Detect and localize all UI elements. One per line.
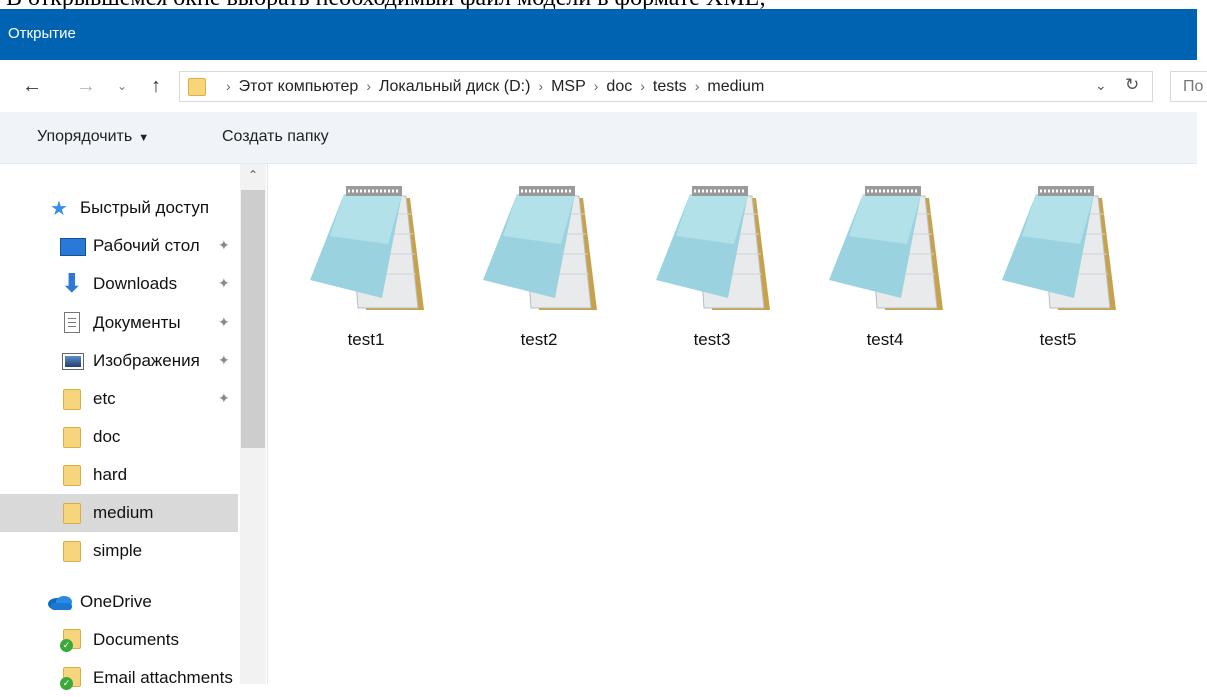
chevron-right-icon: › — [226, 78, 231, 94]
nav-item-medium[interactable]: medium — [0, 494, 238, 532]
nav-item-label: OneDrive — [80, 592, 152, 611]
file-list: test1 test2 test3 test4 test5 — [268, 164, 1197, 684]
nav-item-label: Email attachments — [93, 668, 233, 687]
breadcrumb-this-pc[interactable]: Этот компьютер — [239, 78, 359, 95]
chevron-right-icon: › — [366, 78, 371, 94]
chevron-right-icon: › — [694, 78, 700, 94]
file-item[interactable]: test4 — [815, 184, 955, 354]
nav-item-downloads[interactable]: ⬇ Downloads ✦ — [0, 265, 238, 303]
nav-item-label: Documents — [93, 630, 179, 649]
nav-item-hard[interactable]: hard — [0, 456, 238, 494]
onedrive-cloud-icon — [48, 596, 72, 610]
address-row: ← → ⌄ ↑ › Этот компьютер › Локальный диск (… — [0, 60, 1207, 112]
pin-icon: ✦ — [218, 390, 230, 406]
notepad-icon — [483, 186, 597, 310]
nav-item-label: hard — [93, 465, 128, 484]
organize-button[interactable]: Упорядочить ▼ — [37, 128, 149, 146]
nav-item-doc[interactable]: doc — [0, 418, 238, 456]
desktop-icon — [60, 238, 86, 256]
breadcrumb-medium[interactable]: medium — [707, 78, 764, 95]
nav-item-onedrive-email-attachments[interactable]: ✓ Email attachments — [0, 659, 238, 697]
synced-folder-icon: ✓ — [60, 667, 83, 690]
address-bar[interactable]: › Этот компьютер › Локальный диск (D:) › MSP ›… — [179, 71, 1153, 102]
download-arrow-icon: ⬇ — [61, 268, 83, 298]
nav-item-label: simple — [93, 541, 143, 560]
breadcrumb-doc[interactable]: doc — [606, 78, 632, 95]
folder-icon — [188, 78, 206, 96]
scroll-thumb[interactable] — [241, 190, 265, 448]
file-item[interactable]: test1 — [296, 184, 436, 354]
nav-item-label: Изображения — [93, 351, 200, 370]
file-name: test5 — [1039, 330, 1077, 349]
folder-icon — [63, 465, 81, 486]
refresh-icon[interactable]: ↻ — [1125, 75, 1139, 95]
command-bar: Упорядочить ▼ Создать папку — [0, 112, 1197, 164]
folder-icon — [63, 541, 81, 562]
folder-icon — [63, 389, 81, 410]
star-icon: ★ — [50, 198, 68, 220]
nav-item-etc[interactable]: etc ✦ — [0, 380, 238, 418]
chevron-right-icon: › — [538, 78, 544, 94]
breadcrumb-msp[interactable]: MSP — [551, 78, 586, 95]
nav-item-pictures[interactable]: Изображения ✦ — [0, 342, 238, 380]
title-bar: Открытие — [0, 9, 1197, 60]
nav-quick-access[interactable]: ★ Быстрый доступ — [0, 189, 238, 227]
nav-item-desktop[interactable]: Рабочий стол ✦ — [0, 227, 238, 265]
file-item[interactable]: test3 — [642, 184, 782, 354]
search-placeholder: По — [1183, 78, 1204, 95]
nav-item-label: Быстрый доступ — [80, 198, 210, 217]
folder-icon — [63, 503, 81, 524]
search-input[interactable]: По — [1170, 71, 1207, 102]
notepad-icon — [656, 186, 770, 310]
file-item[interactable]: test5 — [988, 184, 1128, 354]
caret-down-icon: ▼ — [138, 132, 150, 144]
new-folder-button[interactable]: Создать папку — [222, 128, 329, 146]
file-name: test2 — [520, 330, 558, 349]
chevron-right-icon: › — [593, 78, 599, 94]
breadcrumb-tests[interactable]: tests — [653, 78, 687, 95]
notepad-icon — [1002, 186, 1116, 310]
notepad-icon — [310, 186, 424, 310]
nav-item-label: Рабочий стол — [93, 236, 200, 255]
up-arrow-icon[interactable]: ↑ — [144, 74, 168, 98]
file-name: test1 — [347, 330, 385, 349]
back-arrow-icon[interactable]: ← — [20, 74, 44, 98]
nav-item-label: doc — [93, 427, 121, 446]
pin-icon: ✦ — [218, 237, 230, 253]
address-dropdown-icon[interactable]: ⌄ — [1095, 77, 1107, 94]
nav-item-label: medium — [93, 503, 154, 522]
notepad-icon — [829, 186, 943, 310]
nav-item-label: etc — [93, 389, 116, 408]
pin-icon: ✦ — [218, 314, 230, 330]
breadcrumb-local-disk[interactable]: Локальный диск (D:) — [379, 78, 530, 95]
window-title: Открытие — [8, 25, 76, 42]
chevron-right-icon: › — [640, 78, 645, 94]
nav-onedrive[interactable]: OneDrive — [0, 583, 238, 621]
forward-arrow-icon[interactable]: → — [74, 74, 98, 98]
file-item[interactable]: test2 — [469, 184, 609, 354]
document-icon — [64, 312, 80, 333]
nav-item-onedrive-documents[interactable]: ✓ Documents — [0, 621, 238, 659]
nav-item-simple[interactable]: simple — [0, 532, 238, 570]
folder-icon — [63, 427, 81, 448]
scroll-up-arrow-icon[interactable]: ⌃ — [248, 168, 258, 182]
pin-icon: ✦ — [218, 352, 230, 368]
breadcrumb: › Этот компьютер › Локальный диск (D:) › MSP ›… — [218, 78, 764, 96]
file-name: test4 — [866, 330, 904, 349]
file-name: test3 — [693, 330, 731, 349]
recent-locations-chevron-icon[interactable]: ⌄ — [112, 74, 132, 98]
synced-folder-icon: ✓ — [60, 629, 83, 652]
nav-item-documents[interactable]: Документы ✦ — [0, 304, 238, 342]
nav-item-label: Downloads — [93, 274, 178, 293]
navigation-pane: ⌃ ★ Быстрый доступ Рабочий стол ✦ ⬇ Down… — [0, 164, 268, 690]
nav-item-label: Документы — [93, 313, 181, 332]
pin-icon: ✦ — [218, 275, 230, 291]
image-icon — [62, 353, 84, 370]
organize-label: Упорядочить — [37, 128, 133, 145]
